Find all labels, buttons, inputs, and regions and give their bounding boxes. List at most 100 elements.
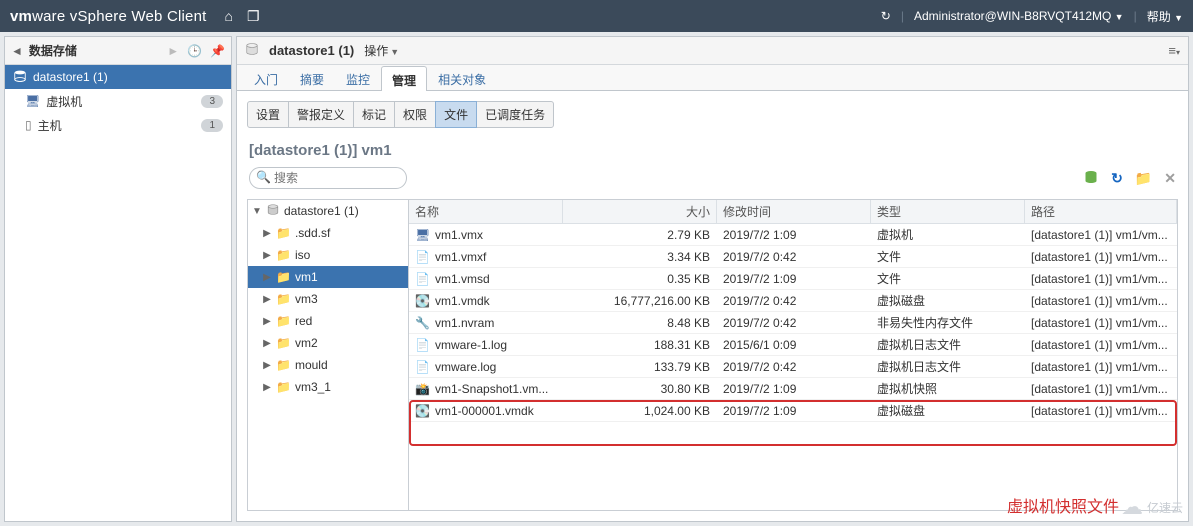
back-icon[interactable]: ◄	[11, 44, 23, 58]
tree-label: iso	[295, 248, 310, 262]
subtab-alarms[interactable]: 警报定义	[288, 101, 354, 128]
content-pane: datastore1 (1) 操作▼ ≡▾ 入门 摘要 监控 管理 相关对象 设…	[236, 36, 1189, 522]
folder-icon: 📁	[276, 380, 291, 394]
pin-icon[interactable]: 📌	[210, 44, 225, 58]
refresh-icon[interactable]: ↻	[1111, 170, 1123, 187]
sub-tabs: 设置 警报定义 标记 权限 文件 已调度任务	[237, 91, 1188, 128]
new-folder-icon[interactable]: 📁	[1135, 170, 1152, 187]
tree-label: datastore1 (1)	[284, 204, 359, 218]
table-row[interactable]: 📄vmware.log133.79 KB2019/7/2 0:42虚拟机日志文件…	[409, 356, 1177, 378]
host-icon: ▯	[25, 118, 32, 132]
chevron-down-icon: ▼	[390, 47, 399, 57]
expand-icon[interactable]: ▶	[262, 382, 272, 393]
file-type: 虚拟磁盘	[871, 292, 1025, 309]
tab-manage[interactable]: 管理	[381, 66, 427, 91]
tree-node[interactable]: ▼ datastore1 (1)	[248, 200, 408, 222]
main-tabs: 入门 摘要 监控 管理 相关对象	[237, 65, 1188, 91]
expand-icon[interactable]: ▶	[262, 294, 272, 305]
help-menu[interactable]: 帮助 ▼	[1147, 8, 1183, 25]
separator: |	[901, 9, 904, 23]
log-file-icon: 📄	[415, 338, 429, 352]
forward-icon[interactable]: ►	[167, 44, 179, 58]
tab-summary[interactable]: 摘要	[289, 65, 335, 90]
file-mtime: 2019/7/2 0:42	[717, 294, 871, 308]
sidebar-item-hosts[interactable]: ▯ 主机 1	[5, 113, 231, 137]
table-row[interactable]: 🔧vm1.nvram8.48 KB2019/7/2 0:42非易失性内存文件[d…	[409, 312, 1177, 334]
file-type: 虚拟机快照	[871, 380, 1025, 397]
tab-getting-started[interactable]: 入门	[243, 65, 289, 90]
table-row[interactable]: 📄vmware-1.log188.31 KB2015/6/1 0:09虚拟机日志…	[409, 334, 1177, 356]
home-icon[interactable]: ⌂	[225, 8, 233, 25]
expand-icon[interactable]: ▶	[262, 338, 272, 349]
actions-menu[interactable]: 操作▼	[364, 42, 399, 59]
expand-icon[interactable]: ▶	[262, 228, 272, 239]
file-path: [datastore1 (1)] vm1/vm...	[1025, 228, 1177, 242]
folder-icon: 📁	[276, 336, 291, 350]
subtab-permissions[interactable]: 权限	[394, 101, 436, 128]
sidebar-item-vms[interactable]: 🖥虚拟机 3	[5, 89, 231, 113]
file-type: 虚拟机	[871, 226, 1025, 243]
folder-icon: 📁	[276, 292, 291, 306]
tree-node[interactable]: ▶📁red	[248, 310, 408, 332]
expand-icon[interactable]: ▶	[262, 316, 272, 327]
subtab-files[interactable]: 文件	[435, 101, 477, 128]
sidebar-selected-label: datastore1 (1)	[33, 70, 108, 84]
table-row[interactable]: 💽vm1-000001.vmdk1,024.00 KB2019/7/2 1:09…	[409, 400, 1177, 422]
table-row[interactable]: 🖥vm1.vmx2.79 KB2019/7/2 1:09虚拟机[datastor…	[409, 224, 1177, 246]
tree-node[interactable]: ▶📁vm3_1	[248, 376, 408, 398]
col-type[interactable]: 类型	[871, 200, 1025, 223]
tree-node[interactable]: ▶📁vm1	[248, 266, 408, 288]
subtab-scheduled[interactable]: 已调度任务	[476, 101, 554, 128]
history-icon[interactable]: 🕒	[187, 44, 202, 58]
file-path: [datastore1 (1)] vm1/vm...	[1025, 404, 1177, 418]
datastore-action-icon[interactable]	[1083, 169, 1099, 188]
path-label: [datastore1 (1)] vm1	[237, 128, 1188, 167]
subtab-tags[interactable]: 标记	[353, 101, 395, 128]
subtab-settings[interactable]: 设置	[247, 101, 289, 128]
log-file-icon: 📄	[415, 360, 429, 374]
table-row[interactable]: 📄vm1.vmxf3.34 KB2019/7/2 0:42文件[datastor…	[409, 246, 1177, 268]
count-badge: 1	[201, 119, 223, 132]
tab-related[interactable]: 相关对象	[427, 65, 497, 90]
file-size: 2.79 KB	[563, 228, 717, 242]
folder-tree: ▼datastore1 (1)▶📁.sdd.sf▶📁iso▶📁vm1▶📁vm3▶…	[247, 199, 409, 511]
tree-node[interactable]: ▶📁iso	[248, 244, 408, 266]
product-logo: vmware vSphere Web Client	[10, 8, 207, 25]
tree-label: vm3	[295, 292, 318, 306]
search-input[interactable]	[249, 167, 407, 189]
table-row[interactable]: 📄vm1.vmsd0.35 KB2019/7/2 1:09文件[datastor…	[409, 268, 1177, 290]
tree-node[interactable]: ▶📁vm2	[248, 332, 408, 354]
col-name[interactable]: 名称	[409, 200, 563, 223]
collapse-icon[interactable]: ▼	[252, 206, 262, 217]
file-size: 188.31 KB	[563, 338, 717, 352]
table-row[interactable]: 💽vm1.vmdk16,777,216.00 KB2019/7/2 0:42虚拟…	[409, 290, 1177, 312]
sidebar-selected-datastore[interactable]: datastore1 (1)	[5, 65, 231, 89]
col-mtime[interactable]: 修改时间	[717, 200, 871, 223]
tree-node[interactable]: ▶📁.sdd.sf	[248, 222, 408, 244]
folder-icon: 📁	[276, 226, 291, 240]
col-size[interactable]: 大小	[563, 200, 717, 223]
tree-node[interactable]: ▶📁mould	[248, 354, 408, 376]
expand-icon[interactable]: ▶	[262, 250, 272, 261]
expand-icon[interactable]: ▶	[262, 272, 272, 283]
top-bar: vmware vSphere Web Client ⌂ ❐ ↻ | Admini…	[0, 0, 1193, 32]
file-mtime: 2019/7/2 0:42	[717, 316, 871, 330]
breadcrumb-title[interactable]: 数据存储	[29, 42, 77, 59]
tab-monitor[interactable]: 监控	[335, 65, 381, 90]
tree-node[interactable]: ▶ 📁 vm3	[248, 288, 408, 310]
user-menu[interactable]: Administrator@WIN-B8RVQT412MQ ▼	[914, 9, 1124, 23]
file-icon: 📄	[415, 272, 429, 286]
expand-icon[interactable]: ▶	[262, 360, 272, 371]
sidebar-item-label: 主机	[38, 117, 62, 134]
file-name: vmware-1.log	[435, 338, 507, 352]
table-row[interactable]: 📸vm1-Snapshot1.vm...30.80 KB2019/7/2 1:0…	[409, 378, 1177, 400]
refresh-icon[interactable]: ↻	[881, 9, 891, 23]
col-path[interactable]: 路径	[1025, 200, 1177, 223]
panel-options-icon[interactable]: ≡▾	[1168, 43, 1180, 58]
windows-icon[interactable]: ❐	[247, 8, 260, 25]
file-name: vm1.nvram	[435, 316, 494, 330]
close-icon[interactable]: ✕	[1164, 170, 1176, 187]
file-name: vm1.vmsd	[435, 272, 490, 286]
folder-icon: 📁	[276, 358, 291, 372]
datastore-icon	[13, 69, 27, 86]
